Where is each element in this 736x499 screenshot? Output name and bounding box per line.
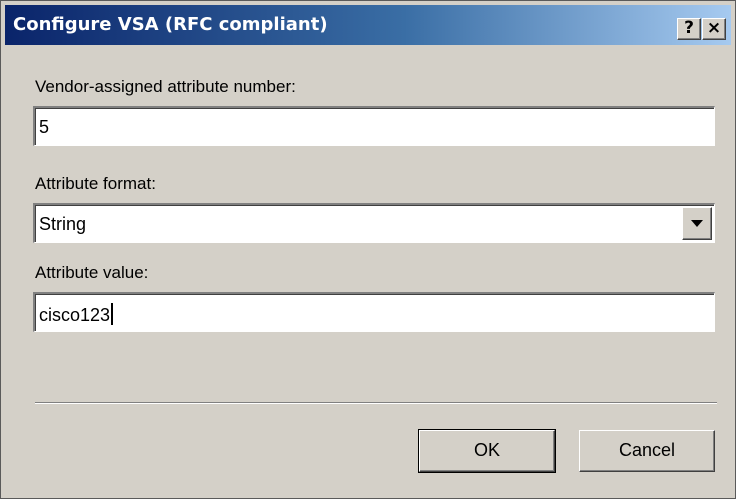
vendor-number-label: Vendor-assigned attribute number: [35, 77, 296, 96]
vendor-number-input[interactable]: 5 [33, 106, 715, 146]
separator [35, 402, 717, 404]
help-button[interactable]: ? [677, 18, 701, 40]
dropdown-arrow-icon[interactable] [682, 207, 712, 240]
attribute-value-label: Attribute value: [35, 263, 149, 282]
cancel-button[interactable]: Cancel [579, 430, 715, 472]
window-title: Configure VSA (RFC compliant) [13, 14, 328, 35]
attribute-value-text: cisco123 [39, 305, 111, 325]
vendor-number-value: 5 [39, 117, 50, 137]
attribute-format-label: Attribute format: [35, 174, 156, 193]
close-button[interactable]: × [702, 18, 726, 40]
attribute-format-select[interactable]: String [33, 203, 715, 243]
configure-vsa-dialog: Configure VSA (RFC compliant) ? × Vendor… [0, 0, 736, 499]
close-icon: × [706, 18, 722, 38]
title-bar: Configure VSA (RFC compliant) ? × [5, 5, 731, 45]
attribute-value-input[interactable]: cisco123 [33, 292, 715, 332]
help-icon: ? [684, 18, 694, 38]
attribute-format-selected: String [39, 214, 87, 234]
text-cursor [111, 303, 114, 325]
ok-button[interactable]: OK [418, 429, 556, 473]
